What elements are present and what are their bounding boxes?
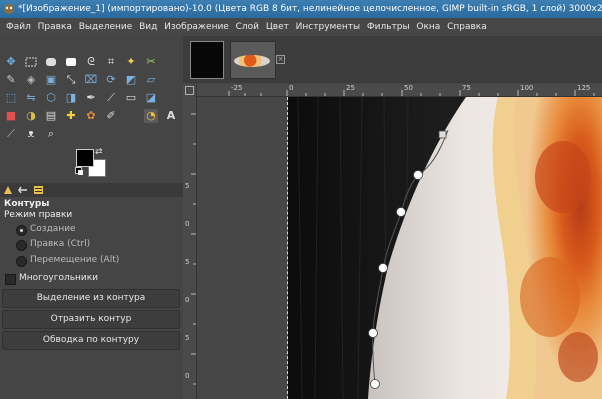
mypaint-icon[interactable]: ✿ (84, 109, 98, 123)
tool-options-tab-icon[interactable] (3, 185, 14, 195)
ruler-tick-label: 5 (185, 334, 190, 342)
mode-edit-label: Правка (Ctrl) (30, 239, 91, 249)
rect-select-icon[interactable] (24, 55, 38, 69)
polygonal-label: Многоугольники (19, 273, 99, 283)
rotate-icon[interactable]: ⟳ (104, 73, 118, 87)
menu-colors[interactable]: Цвет (262, 18, 292, 36)
zoom-icon[interactable]: ▣ (44, 73, 58, 87)
ruler-tick-label: 5 (185, 182, 190, 190)
left-ruler: 5 0 5 0 5 0 (183, 84, 197, 399)
gimp-app-icon (4, 4, 14, 14)
menu-bar: Файл Правка Выделение Вид Изображение Слой Цве… (0, 18, 602, 36)
ink-icon[interactable]: ✚ (64, 109, 78, 123)
bucket-fill-icon[interactable]: ⟋ (104, 91, 118, 105)
warp-icon[interactable]: ◨ (64, 91, 78, 105)
menu-view[interactable]: Вид (136, 18, 161, 36)
ruler-tick-label: 50 (404, 84, 413, 92)
ruler-tick-label: 5 (185, 258, 190, 266)
foreground-color-swatch[interactable] (76, 149, 94, 167)
airbrush-icon[interactable]: ▤ (44, 109, 58, 123)
ruler-tick-label: 75 (462, 84, 471, 92)
perspective-icon[interactable]: ⬚ (4, 91, 18, 105)
gradient-icon[interactable]: ▭ (124, 91, 138, 105)
color-picker-icon[interactable]: ◈ (24, 73, 38, 87)
menu-image[interactable]: Изображение (161, 18, 233, 36)
ruler-tick-label: 0 (289, 84, 294, 92)
shear-icon[interactable]: ▱ (144, 73, 158, 87)
clone-icon[interactable]: ✐ (104, 109, 118, 123)
quick-mask-toggle[interactable] (185, 86, 194, 95)
blur-icon[interactable]: ⟋ (4, 127, 18, 141)
window-title-bar: *[Изображение_1] (импортировано)-10.0 (Ц… (0, 0, 602, 18)
dodge-icon[interactable]: ⌕ (44, 127, 58, 141)
top-ruler: -25 0 25 50 75 100 125 (196, 84, 602, 97)
ruler-tick-label: 0 (185, 220, 190, 228)
ruler-tick-label: 100 (520, 84, 534, 92)
menu-help[interactable]: Справка (444, 18, 490, 36)
stroke-path-button[interactable]: Обводка по контуру (2, 331, 180, 350)
mode-move-radio[interactable] (16, 256, 27, 267)
ruler-tick-label: 25 (346, 84, 355, 92)
pizza-thumbnail (234, 55, 270, 67)
mode-move-label: Перемещение (Alt) (30, 255, 120, 265)
ruler-tick-label: -25 (231, 84, 243, 92)
menu-edit[interactable]: Правка (34, 18, 75, 36)
mirror-path-button[interactable]: Отразить контур (2, 310, 180, 329)
mode-edit-radio[interactable] (16, 240, 27, 251)
fuzzy-select-icon[interactable]: ⌗ (104, 55, 118, 69)
measure-icon[interactable]: ⤡ (64, 73, 78, 87)
pencil-icon[interactable]: ◪ (144, 91, 158, 105)
edit-mode-label: Режим правки (4, 210, 73, 220)
selection-from-path-button[interactable]: Выделение из контура (2, 289, 180, 308)
smudge-icon[interactable]: ᴥ (24, 127, 38, 141)
menu-windows[interactable]: Окна (413, 18, 444, 36)
text-icon[interactable]: ✒ (84, 91, 98, 105)
flip-icon[interactable]: ⇋ (24, 91, 38, 105)
eraser-icon[interactable]: ◑ (24, 109, 38, 123)
free-select-icon[interactable] (64, 55, 78, 69)
paths-icon[interactable]: ✎ (4, 73, 18, 87)
image-tab-1[interactable] (190, 41, 224, 79)
crop-icon[interactable]: ⌧ (84, 73, 98, 87)
move-tool-icon[interactable]: ✥ (4, 55, 18, 69)
ruler-tick-label: 0 (185, 372, 190, 380)
ruler-tick-label: 0 (185, 296, 190, 304)
cage-icon[interactable]: ⬡ (44, 91, 58, 105)
layers-tab-icon[interactable] (33, 185, 44, 195)
menu-tools[interactable]: Инструменты (292, 18, 363, 36)
image-tab-2[interactable] (230, 41, 276, 79)
lasso-icon[interactable]: ᘓ (84, 55, 98, 69)
color-select-icon[interactable]: ✦ (124, 55, 138, 69)
paintbrush-icon[interactable]: ■ (4, 109, 18, 123)
ruler-tick-label: 125 (577, 84, 591, 92)
menu-file[interactable]: Файл (0, 18, 34, 36)
scale-icon[interactable]: ◩ (124, 73, 138, 87)
default-colors-icon[interactable] (75, 167, 83, 175)
menu-select[interactable]: Выделение (75, 18, 135, 36)
ellipse-select-icon[interactable] (44, 55, 58, 69)
undo-history-tab-icon[interactable] (18, 185, 29, 195)
close-tab-button[interactable]: × (276, 55, 285, 64)
image-canvas[interactable] (288, 97, 602, 399)
tool-options-title: Контуры (4, 199, 50, 209)
heal-icon[interactable]: ◔ (144, 109, 158, 123)
scissors-icon[interactable]: ✂ (144, 55, 158, 69)
menu-filters[interactable]: Фильтры (363, 18, 413, 36)
polygonal-checkbox[interactable] (5, 274, 16, 285)
menu-layer[interactable]: Слой (232, 18, 262, 36)
mode-design-label: Создание (30, 224, 76, 234)
perspective-clone-icon[interactable]: A (164, 109, 178, 123)
mode-design-radio[interactable] (16, 225, 27, 236)
canvas-padding (197, 97, 287, 399)
window-title: *[Изображение_1] (импортировано)-10.0 (Ц… (18, 4, 602, 14)
swap-colors-icon[interactable]: ⇄ (95, 147, 103, 157)
